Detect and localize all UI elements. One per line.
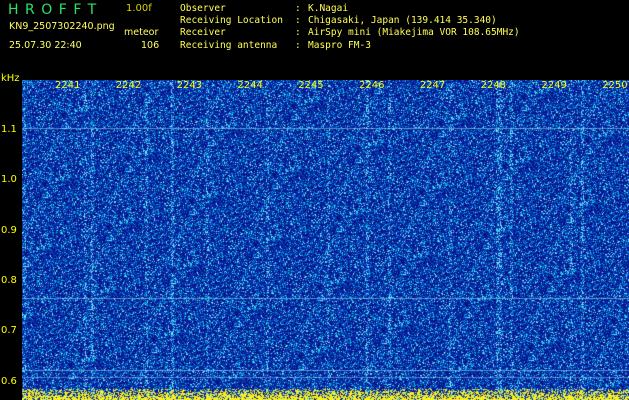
y-tick-label: 0.8 — [1, 274, 17, 286]
info-row-location: Receiving Location: Chigasaki, Japan (139… — [180, 15, 497, 27]
y-tick-label: 0.6 — [1, 375, 17, 387]
file-name: KN9_2507302240.png — [9, 21, 115, 32]
y-axis-unit: kHz — [1, 73, 20, 84]
x-tick-label: 2245 — [298, 80, 324, 91]
x-tick-label: 2249 — [541, 80, 567, 91]
x-tick-label: 2243 — [176, 80, 203, 91]
info-row-receiver: Receiver: AirSpy mini (Miakejima VOR 108.… — [180, 27, 520, 39]
date-time: 25.07.30 22:40 — [9, 40, 82, 51]
x-tick-label: 2244 — [237, 80, 263, 91]
x-tick-label: 2248 — [480, 80, 507, 91]
spectrogram-area — [22, 80, 629, 400]
y-tick-label: 1.0 — [1, 174, 17, 186]
info-row-observer: Observer: K.Nagai — [180, 3, 349, 14]
spectrogram-canvas — [22, 80, 629, 400]
app-version: 1.00f — [126, 3, 152, 14]
info-row-antenna: Receiving antenna: Maspro FM-3 — [180, 39, 371, 51]
station-info: Observer: K.Nagai Receiving Location: Chig… — [180, 3, 520, 52]
x-tick-label: 2250 — [602, 80, 628, 91]
x-tick-label: 2242 — [115, 80, 142, 91]
meteor-label: meteor — [124, 27, 159, 38]
header-panel: HROFFT 1.00f KN9_2507302240.png meteor 2… — [0, 0, 629, 78]
y-tick-label: 1.1 — [1, 124, 17, 135]
x-tick-label: 2241 — [55, 80, 81, 91]
y-tick-label: 0.9 — [1, 224, 17, 236]
app-logo: HROFFT — [8, 2, 103, 18]
meteor-count: 106 — [141, 40, 160, 51]
x-tick-label: 2246 — [359, 80, 385, 91]
x-tick-label: 2247 — [419, 80, 446, 91]
y-tick-label: 0.7 — [1, 325, 17, 337]
